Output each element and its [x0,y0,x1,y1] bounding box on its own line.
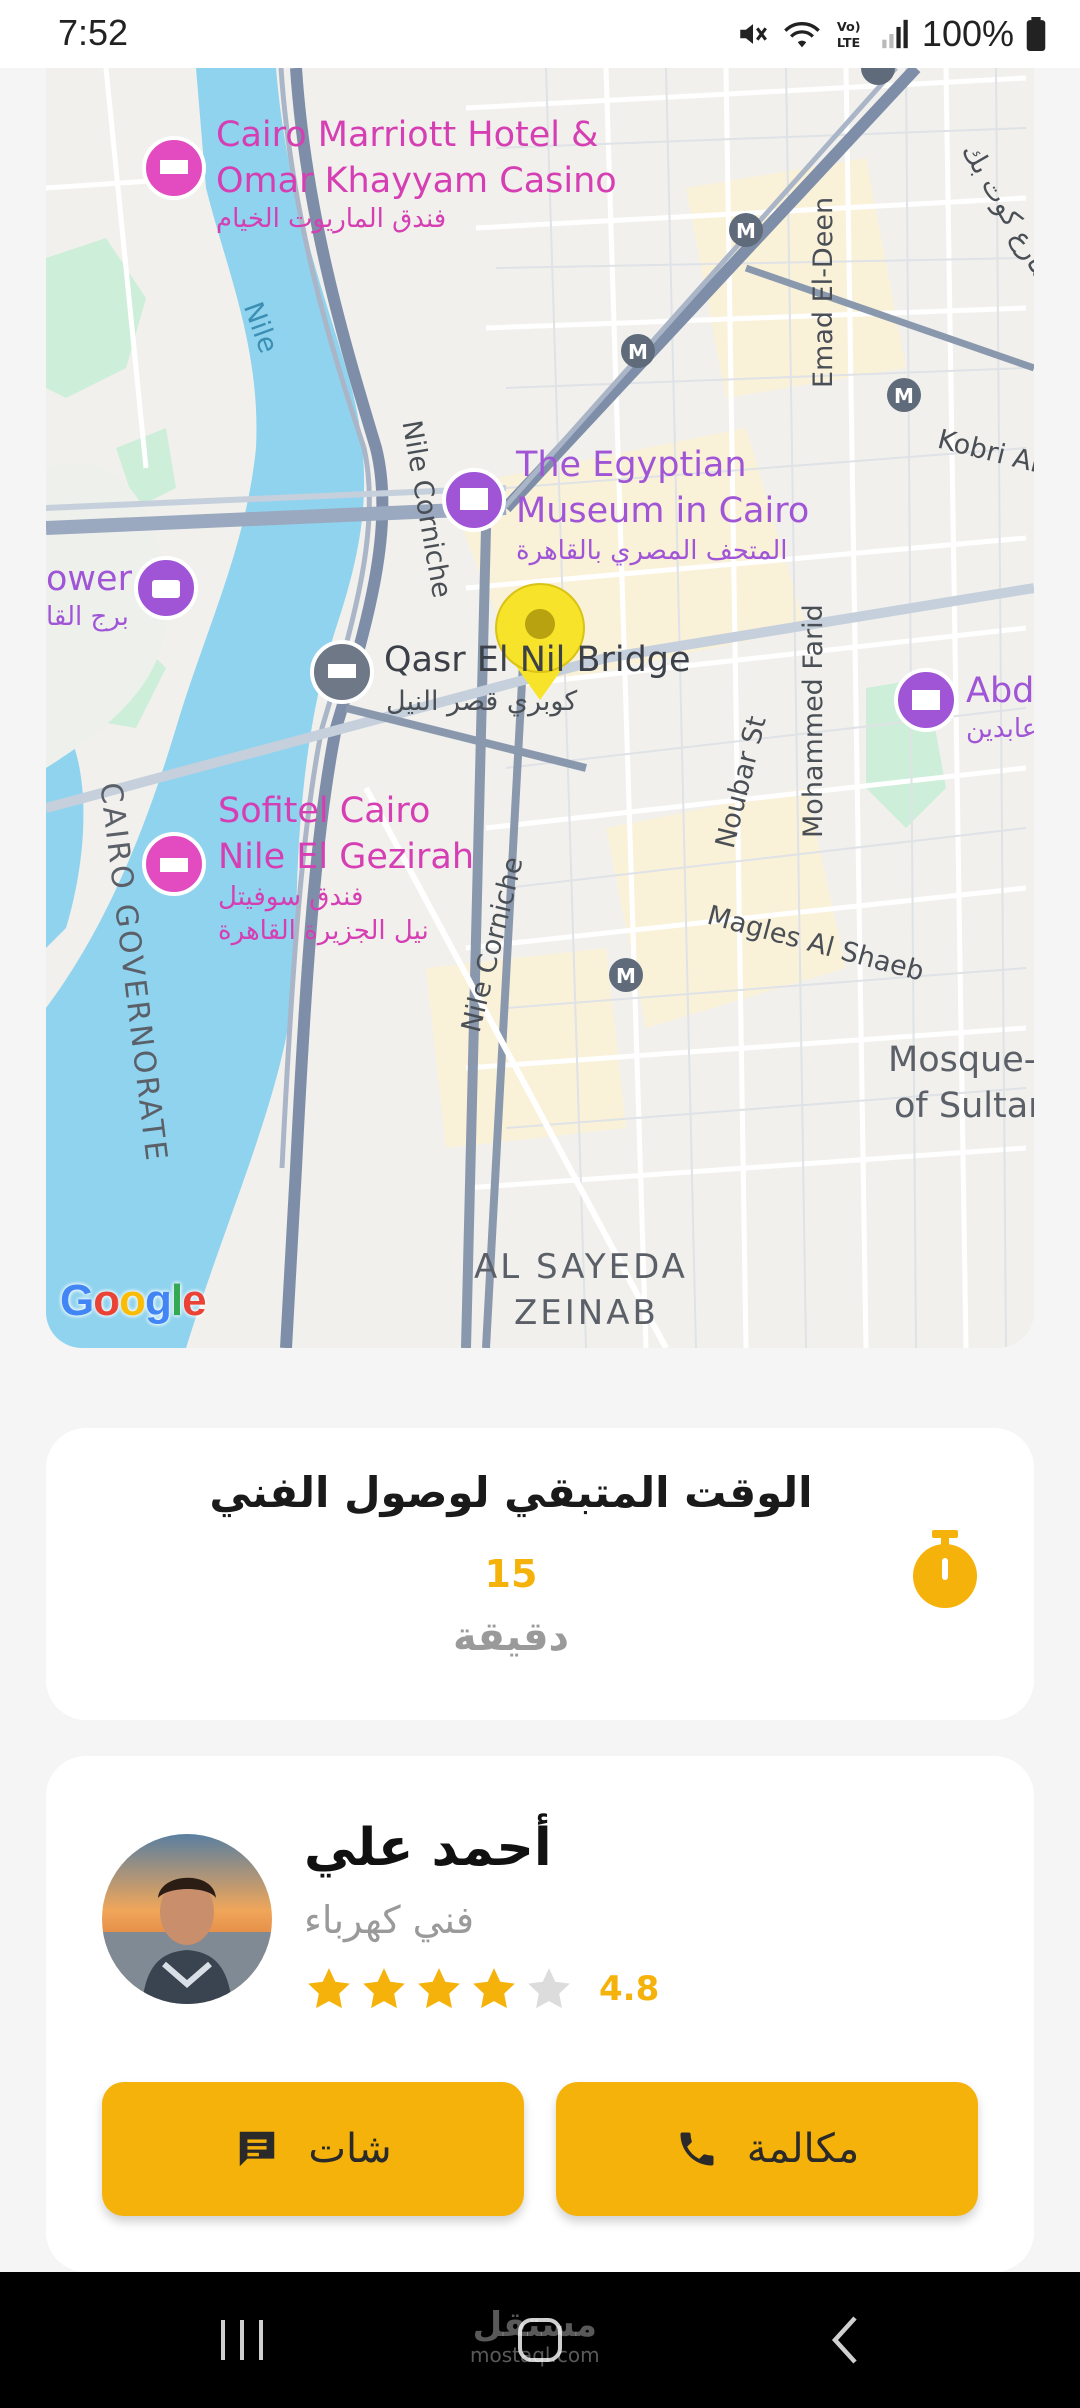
avatar[interactable] [102,1834,272,2004]
poi-bridge-arabic[interactable]: كوبري قصر النيل [386,686,577,717]
technician-role: فني كهرباء [304,1898,474,1942]
map-view[interactable]: M M M M Cairo Marriott Hotel & Omar Khay… [46,68,1034,1348]
svg-text:M: M [736,219,756,243]
eta-card: الوقت المتبقي لوصول الفني 15 دقيقة [46,1428,1034,1720]
mute-icon [740,24,767,44]
poi-abdeen-arabic[interactable]: عابدين [966,712,1034,746]
poi-mosque-line1[interactable]: Mosque- [888,1040,1034,1080]
star-icon [473,1968,515,2009]
eta-unit: دقيقة [452,1614,570,1660]
poi-sofitel-arabic2[interactable]: نيل الجزيرة القاهرة [218,914,429,948]
star-empty-icon [528,1968,570,2009]
call-button-label: مكالمة [746,2126,860,2172]
area-sayeda-line2: ZEINAB [514,1293,659,1333]
road-mohammed-farid: Mohammed Farid [798,604,829,838]
back-button[interactable] [744,2272,944,2408]
wifi-icon [784,22,820,48]
battery-percent: 100% [921,13,1014,54]
poi-sofitel-line1[interactable]: Sofitel Cairo [218,788,430,834]
poi-marriott-arabic[interactable]: فندق الماريوت الخيام [216,202,446,236]
eta-value: 15 [484,1552,538,1596]
phone-icon [680,2132,714,2166]
volte-icon: Vo)LTE [837,20,861,51]
area-sayeda-line1: AL SAYEDA [474,1247,688,1287]
star-icon [418,1968,460,2009]
svg-text:M: M [616,964,636,988]
battery-icon [1026,17,1046,51]
poi-marriott-line1[interactable]: Cairo Marriott Hotel & [216,112,598,158]
recent-apps-button[interactable] [142,2272,342,2408]
chat-button-label: شات [308,2126,392,2172]
poi-sofitel-arabic1[interactable]: فندق سوفيتل [218,880,363,914]
star-icon [363,1968,405,2009]
eta-title: الوقت المتبقي لوصول الفني [209,1468,813,1517]
navigation-bar: مستقل mostaql.com [0,2272,1080,2408]
svg-text:M: M [628,340,648,364]
timer-icon [913,1530,977,1608]
star-icon [308,1968,350,2009]
call-button[interactable]: مكالمة [556,2082,978,2216]
poi-bridge[interactable]: Qasr El Nil Bridge [384,640,691,680]
poi-museum-arabic[interactable]: المتحف المصري بالقاهرة [516,534,788,568]
chat-button[interactable]: شات [102,2082,524,2216]
poi-marriott-line2[interactable]: Omar Khayyam Casino [216,158,617,204]
status-icons: Vo) LTE 100% [736,10,1046,58]
technician-card: أحمد علي فني كهرباء 4.8 شات مكالمة [46,1756,1034,2272]
poi-mosque-line2[interactable]: of Sultan [894,1086,1034,1126]
chat-icon [240,2131,275,2167]
svg-text:M: M [894,384,914,408]
poi-museum-line2[interactable]: Museum in Cairo [516,488,809,534]
svg-text:LTE: LTE [837,36,860,51]
back-icon [831,2316,857,2364]
rating-value: 4.8 [599,1969,660,2009]
recent-apps-icon [221,2320,263,2360]
watermark: مستقل mostaql.com [470,2305,600,2367]
poi-tower[interactable]: ower [46,556,132,602]
poi-museum-line1[interactable]: The Egyptian [516,442,747,488]
status-bar: 7:52 Vo) LTE 100% [0,0,1080,68]
signal-icon [882,19,908,49]
poi-sofitel-line2[interactable]: Nile El Gezirah [218,834,474,880]
rating-row: 4.8 [304,1964,659,2014]
google-logo: Google [60,1276,207,1325]
road-emad-el-deen: Emad El-Deen [808,196,839,388]
status-time: 7:52 [58,12,129,53]
svg-text:Vo): Vo) [837,20,861,35]
technician-name: أحمد علي [304,1818,552,1878]
poi-tower-arabic[interactable]: برج القا [46,600,129,634]
poi-abdeen[interactable]: Abd [966,668,1034,714]
